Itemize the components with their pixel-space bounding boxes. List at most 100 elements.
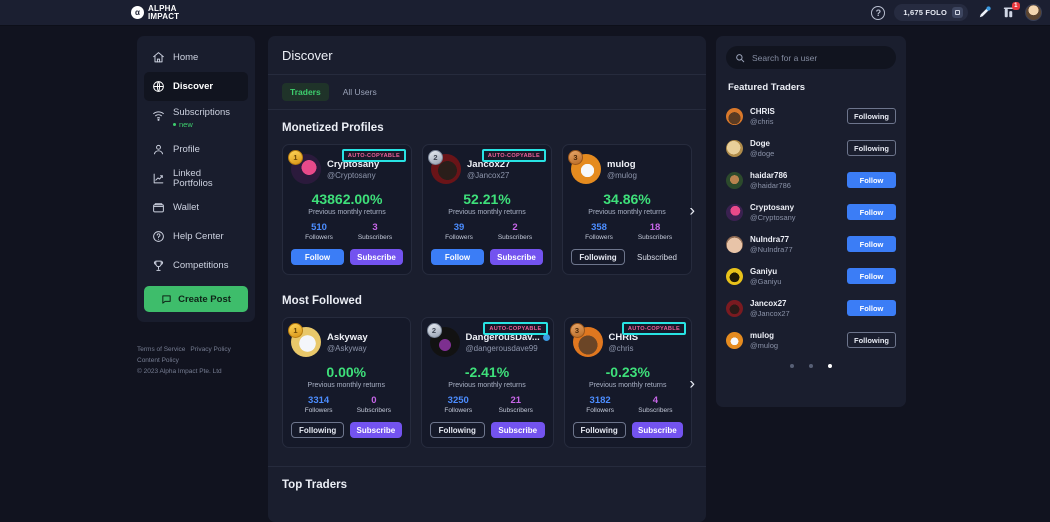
pagination-dot-active[interactable] [828, 364, 832, 368]
wallet-icon [152, 201, 165, 214]
returns-label: Previous monthly returns [308, 209, 386, 216]
pagination-dot[interactable] [790, 364, 794, 368]
terms-of-service-link[interactable]: Terms of Service [137, 346, 185, 353]
subscribers-count: 0 [371, 395, 377, 406]
carousel-next-icon[interactable]: › [689, 201, 695, 218]
folo-balance-label: 1,675 FOLO [903, 8, 947, 17]
profile-card[interactable]: AUTO-COPYABLE 1 Cryptosany @Cryptosany 4… [282, 144, 412, 275]
tab-traders[interactable]: Traders [282, 83, 329, 101]
subscribers-stat: 4 Subscribers [628, 395, 683, 414]
profile-card-actions: Following Subscribed [571, 249, 683, 265]
followers-count: 3250 [447, 395, 469, 406]
following-button[interactable]: Following [847, 108, 896, 124]
following-button[interactable]: Following [291, 422, 345, 438]
folo-balance-pill[interactable]: 1,675 FOLO [894, 4, 968, 21]
help-circle-icon [152, 230, 165, 243]
search-icon [735, 53, 745, 63]
list-item[interactable]: Ganiyu @Ganiyu Follow [726, 261, 896, 291]
profile-card[interactable]: AUTO-COPYABLE 2 DangerousDav... @dangero… [420, 317, 554, 448]
list-item[interactable]: haidar786 @haidar786 Follow [726, 165, 896, 195]
privacy-policy-link[interactable]: Privacy Policy [190, 346, 230, 353]
trader-name: CHRIS [750, 106, 775, 116]
follow-button[interactable]: Follow [291, 249, 344, 265]
followers-stat: 3314 Followers [291, 395, 346, 414]
profile-card[interactable]: 3 mulog @mulog 34.86% Previous monthly r… [562, 144, 692, 275]
follow-button[interactable]: Follow [847, 204, 896, 220]
tab-all-users[interactable]: All Users [335, 83, 385, 101]
search-input[interactable] [752, 52, 887, 63]
subscribers-stat: 0 Subscribers [346, 395, 401, 414]
profile-card[interactable]: AUTO-COPYABLE 3 CHRIS @chris -0.23% Prev… [563, 317, 692, 448]
rocket-icon[interactable] [977, 5, 992, 20]
subscribers-stat: 2 Subscribers [487, 222, 543, 241]
list-item[interactable]: Cryptosany @Cryptosany Follow [726, 197, 896, 227]
sidebar-item-help-center[interactable]: Help Center [144, 222, 248, 251]
content-policy-link[interactable]: Content Policy [137, 357, 179, 364]
main-panel: Discover Traders All Users Monetized Pro… [268, 36, 706, 522]
profile-handle: @mulog [607, 170, 637, 180]
alpha-logo-icon: α [131, 6, 144, 19]
card-carousel: AUTO-COPYABLE 1 Cryptosany @Cryptosany 4… [282, 144, 695, 275]
carousel-next-icon[interactable]: › [689, 374, 695, 391]
following-button[interactable]: Following [572, 422, 626, 438]
subscribe-button[interactable]: Subscribe [631, 422, 683, 438]
sidebar-item-subscriptions[interactable]: Subscriptions new [144, 101, 248, 135]
follow-button[interactable]: Follow [847, 172, 896, 188]
list-item[interactable]: Jancox27 @Jancox27 Follow [726, 293, 896, 323]
following-button[interactable]: Following [847, 332, 896, 348]
list-item[interactable]: Doge @doge Following [726, 133, 896, 163]
following-button[interactable]: Following [429, 422, 485, 438]
app-logo[interactable]: α ALPHA IMPACT [131, 5, 179, 20]
avatar: 1 [288, 150, 321, 184]
profile-handle: @dangerousdave99 [465, 343, 538, 353]
subscribe-button[interactable]: Subscribe [350, 422, 402, 438]
sidebar-item-discover[interactable]: Discover [144, 72, 248, 101]
following-button[interactable]: Following [571, 249, 625, 265]
list-item[interactable]: mulog @mulog Following [726, 325, 896, 355]
sidebar-item-home[interactable]: Home [144, 43, 248, 72]
sidebar-item-linked-portfolios[interactable]: Linked Portfolios [144, 164, 248, 193]
subscribers-count: 3 [372, 222, 378, 233]
following-button[interactable]: Following [847, 140, 896, 156]
notifications-icon[interactable]: 1 [1001, 2, 1020, 20]
notification-count-badge: 1 [1011, 2, 1020, 10]
sidebar-item-label: Discover [173, 80, 214, 92]
status-dot-icon [173, 122, 176, 126]
page-title: Discover [282, 48, 333, 63]
subscribe-button[interactable]: Subscribe [491, 422, 545, 438]
subscribers-label: Subscribers [497, 234, 533, 241]
list-item[interactable]: CHRIS @chris Following [726, 101, 896, 131]
trophy-icon [152, 259, 165, 272]
avatar[interactable] [1025, 4, 1042, 21]
globe-icon [152, 80, 165, 93]
subscribe-button[interactable]: Subscribe [490, 249, 543, 265]
sidebar-item-wallet[interactable]: Wallet [144, 193, 248, 222]
subscribers-label: Subscribers [637, 234, 673, 241]
sidebar-item-label: Help Center [173, 230, 224, 242]
avatar: 2 [426, 323, 460, 357]
trader-handle: @doge [750, 148, 775, 158]
logo-text: ALPHA IMPACT [148, 4, 180, 21]
avatar: 3 [568, 150, 601, 184]
sidebar-item-competitions[interactable]: Competitions [144, 251, 248, 280]
subscribers-label: Subscribers [356, 407, 392, 414]
profile-stats: 510 Followers 3 Subscribers [291, 222, 403, 241]
follow-button[interactable]: Follow [847, 300, 896, 316]
profile-card[interactable]: AUTO-COPYABLE 2 Jancox27 @Jancox27 52.21… [422, 144, 552, 275]
follow-button[interactable]: Follow [847, 268, 896, 284]
help-icon[interactable]: ? [871, 5, 886, 20]
subscribed-button[interactable]: Subscribed [631, 249, 683, 265]
sidebar-item-label: Linked Portfolios [173, 167, 213, 189]
follow-button[interactable]: Follow [847, 236, 896, 252]
list-item[interactable]: NuIndra77 @NuIndra77 Follow [726, 229, 896, 259]
search-bar[interactable] [726, 46, 896, 69]
trader-name: Ganiyu [750, 266, 778, 276]
follow-button[interactable]: Follow [431, 249, 484, 265]
subscribe-button[interactable]: Subscribe [350, 249, 403, 265]
subscribers-stat: 18 Subscribers [627, 222, 683, 241]
profile-card[interactable]: 1 Askyway @Askyway 0.00% Previous monthl… [282, 317, 411, 448]
sidebar-item-profile[interactable]: Profile [144, 135, 248, 164]
pagination-dot[interactable] [809, 364, 813, 368]
profile-name: Askyway [327, 331, 368, 343]
create-post-button[interactable]: Create Post [144, 286, 248, 312]
